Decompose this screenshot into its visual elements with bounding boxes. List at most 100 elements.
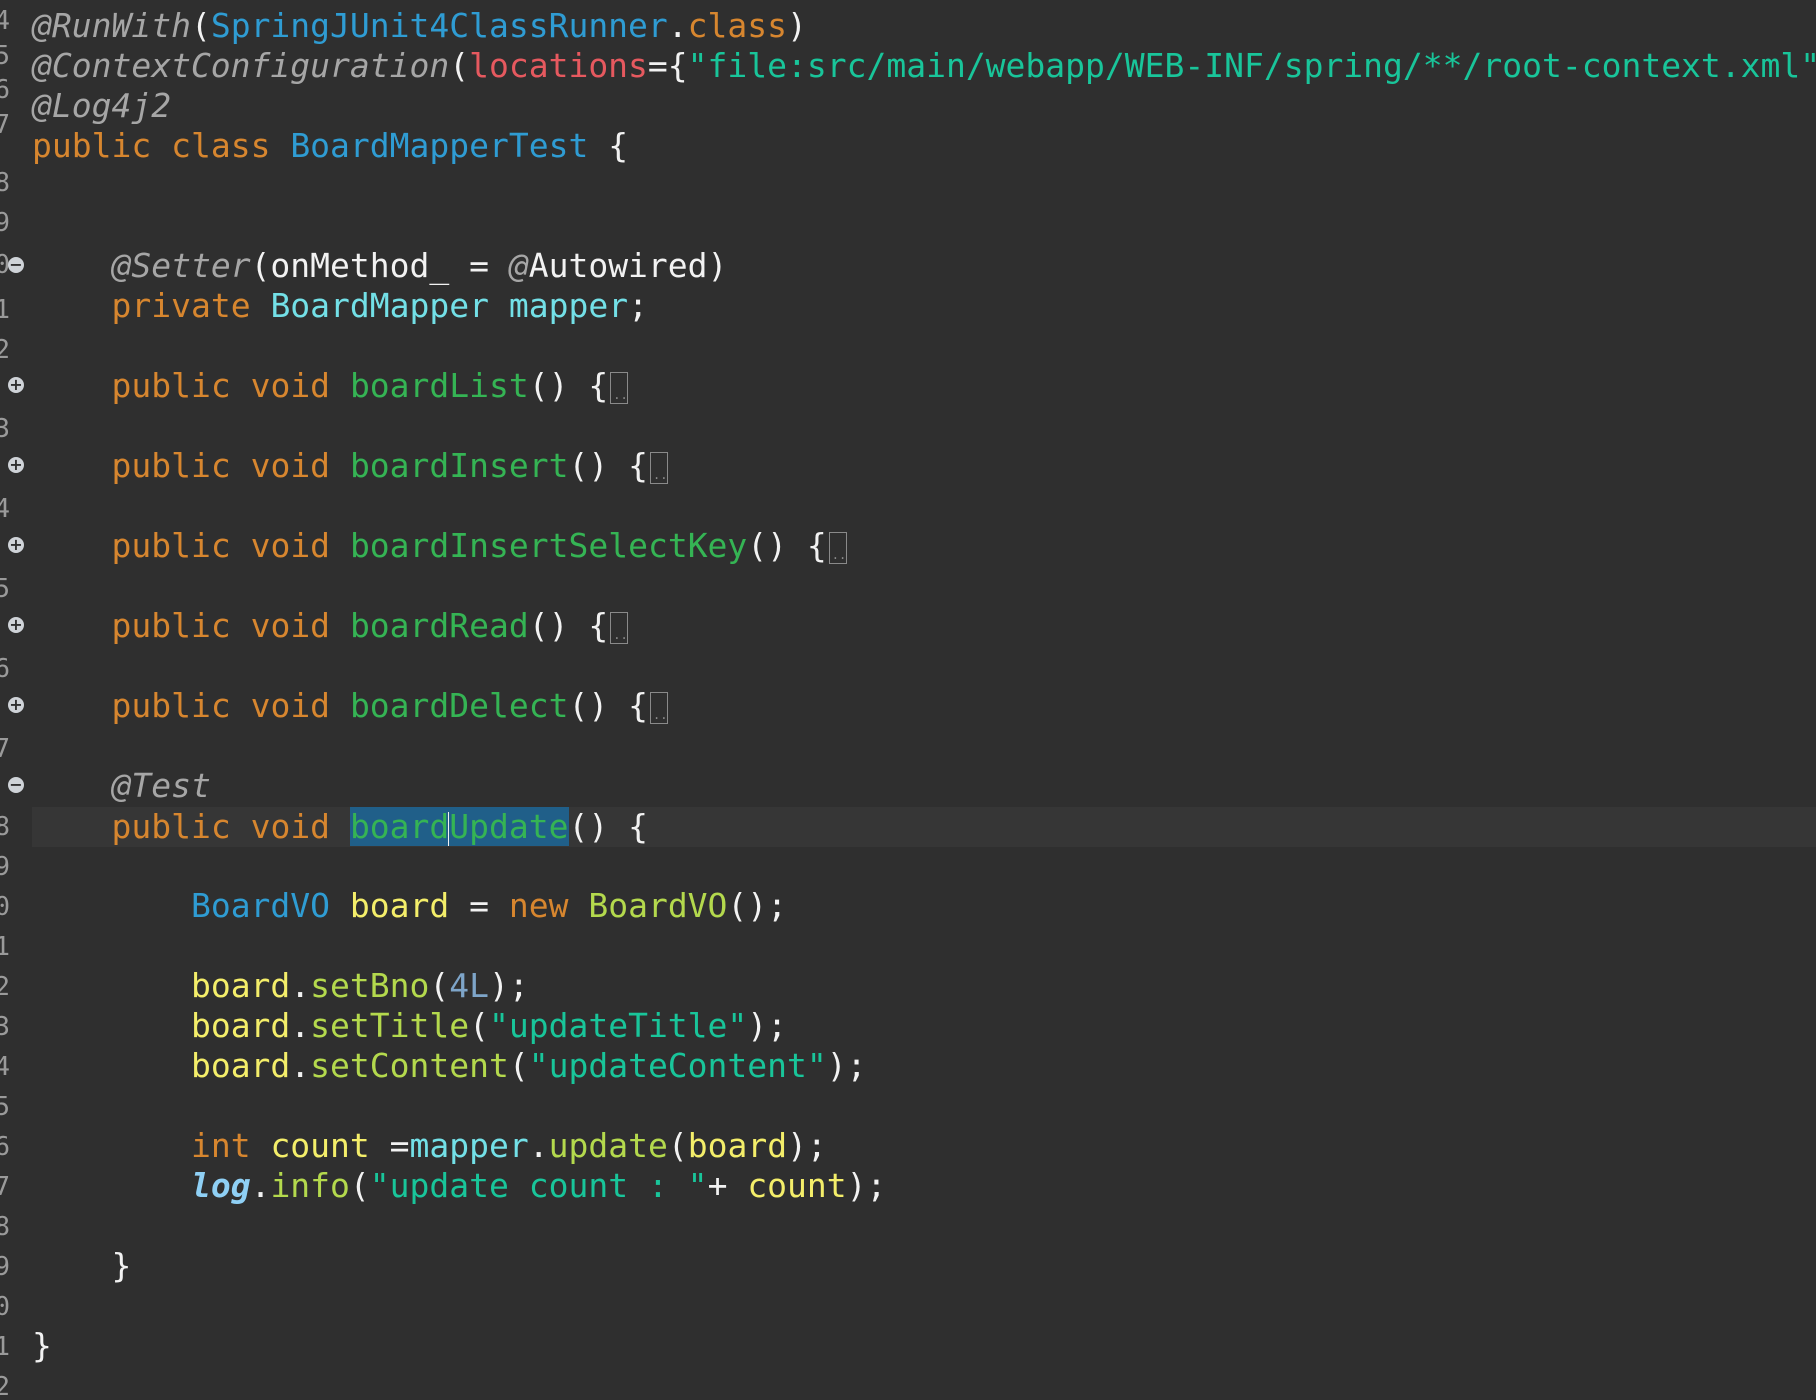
fold-expand-icon[interactable]: + [8, 537, 24, 553]
string-literal: "updateContent" [528, 1046, 827, 1085]
line-number: 7 [0, 734, 10, 764]
method-name: boardList [349, 366, 529, 405]
code-line[interactable]: BoardVO board = new BoardVO(); [32, 886, 787, 926]
code-line-current[interactable]: public void boardUpdate() { [32, 807, 648, 847]
punctuation: { [608, 126, 629, 165]
collapsed-block-icon[interactable] [610, 611, 629, 644]
punctuation: . [667, 6, 688, 45]
line-number: 7 [0, 110, 10, 140]
code-line[interactable]: } [32, 1246, 131, 1286]
collapsed-block-icon[interactable] [649, 451, 668, 484]
method-call: info [270, 1166, 350, 1205]
fold-expand-icon[interactable]: + [8, 457, 24, 473]
punctuation: } [111, 1246, 132, 1285]
attribute-name: locations [469, 46, 648, 85]
keyword: public [111, 606, 231, 645]
line-number: 0 [0, 892, 10, 922]
line-number: 1 [0, 1332, 10, 1362]
code-line[interactable]: log.info("update count : "+ count); [32, 1166, 886, 1206]
line-number: 4 [0, 1052, 10, 1082]
collapsed-block-icon[interactable] [610, 371, 629, 404]
keyword: class [687, 6, 788, 45]
keyword: int [190, 1126, 251, 1165]
method-name: boardRead [349, 606, 529, 645]
line-number: 9 [0, 852, 10, 882]
variable: board [349, 886, 450, 925]
keyword: private [111, 286, 251, 325]
code-line[interactable]: @ContextConfiguration(locations={"file:s… [32, 46, 1816, 86]
annotation: @ContextConfiguration [32, 46, 450, 85]
punctuation: () { [528, 366, 609, 405]
line-number: 7 [0, 1172, 10, 1202]
code-line[interactable]: board.setContent("updateContent"); [32, 1046, 867, 1086]
fold-expand-icon[interactable]: + [8, 377, 24, 393]
line-number: 1 [0, 932, 10, 962]
annotation: @RunWith [32, 6, 191, 45]
fold-collapse-icon[interactable]: − [8, 777, 24, 793]
code-line[interactable]: @Log4j2 [32, 86, 171, 126]
method-call: setContent [310, 1046, 509, 1085]
fold-expand-icon[interactable]: + [8, 697, 24, 713]
code-line[interactable]: private BoardMapper mapper; [32, 286, 647, 326]
punctuation: () { [568, 446, 648, 485]
code-line[interactable]: public void boardInsert() { [32, 446, 668, 486]
code-line[interactable]: public void boardDelect() { [32, 686, 668, 726]
variable: board [687, 1126, 788, 1165]
code-line[interactable]: public class BoardMapperTest { [32, 126, 628, 166]
number-literal: 4L [449, 966, 490, 1005]
code-line[interactable]: @RunWith(SpringJUnit4ClassRunner.class) [32, 6, 807, 46]
operator: + [707, 1166, 748, 1205]
punctuation: ); [747, 1006, 788, 1045]
method-call: update [548, 1126, 668, 1165]
keyword: public [111, 446, 231, 485]
code-line[interactable]: @Test [32, 766, 210, 806]
keyword: void [250, 807, 331, 846]
line-number: 6 [0, 1132, 10, 1162]
code-line[interactable]: board.setBno(4L); [32, 966, 529, 1006]
punctuation: . [290, 966, 311, 1005]
variable: count [747, 1166, 847, 1205]
keyword: void [250, 446, 331, 485]
collapsed-block-icon[interactable] [828, 531, 847, 564]
code-editor[interactable]: 4 5 6 7 8 9 0 1 2 3 4 5 6 7 8 9 0 1 2 3 … [0, 0, 1816, 1400]
punctuation: ); [787, 1126, 827, 1165]
punctuation: () { [568, 686, 648, 725]
code-line[interactable]: board.setTitle("updateTitle"); [32, 1006, 787, 1046]
variable: count [270, 1126, 370, 1165]
method-name: boardDelect [349, 686, 569, 725]
collapsed-block-icon[interactable] [649, 691, 668, 724]
fold-expand-icon[interactable]: + [8, 617, 24, 633]
code-line[interactable]: public void boardList() { [32, 366, 629, 406]
class-name: BoardVO [190, 886, 331, 925]
line-number: 9 [0, 208, 10, 238]
line-number: 4 [0, 494, 10, 524]
punctuation: ( [508, 1046, 529, 1085]
punctuation: . [528, 1126, 549, 1165]
field-name: mapper [508, 286, 629, 325]
code-line[interactable]: int count =mapper.update(board); [32, 1126, 827, 1166]
class-name: BoardMapperTest [290, 126, 589, 165]
code-line[interactable]: } [32, 1326, 52, 1366]
code-line[interactable]: @Setter(onMethod_ = @Autowired) [32, 246, 727, 286]
punctuation: . [250, 1166, 271, 1205]
line-number: 8 [0, 168, 10, 198]
code-line[interactable]: public void boardRead() { [32, 606, 629, 646]
annotation: @Log4j2 [32, 86, 172, 125]
punctuation: () { [747, 526, 827, 565]
variable: board [190, 1006, 291, 1045]
code-line[interactable]: public void boardInsertSelectKey() { [32, 526, 847, 566]
line-number: 5 [0, 1092, 10, 1122]
variable: board [190, 1046, 291, 1085]
keyword: class [171, 126, 271, 165]
annotation: @ [508, 246, 529, 285]
line-number: 9 [0, 1252, 10, 1282]
line-number: 8 [0, 1212, 10, 1242]
fold-collapse-icon[interactable]: − [8, 257, 24, 273]
line-number-gutter: 4 5 6 7 8 9 0 1 2 3 4 5 6 7 8 9 0 1 2 3 … [0, 0, 30, 1400]
line-number: 2 [0, 1372, 10, 1400]
line-number: 8 [0, 812, 10, 842]
field-name: mapper [409, 1126, 529, 1165]
keyword: public [111, 686, 231, 725]
punctuation: ( [469, 1006, 489, 1045]
method-name-selected: board [349, 807, 450, 846]
